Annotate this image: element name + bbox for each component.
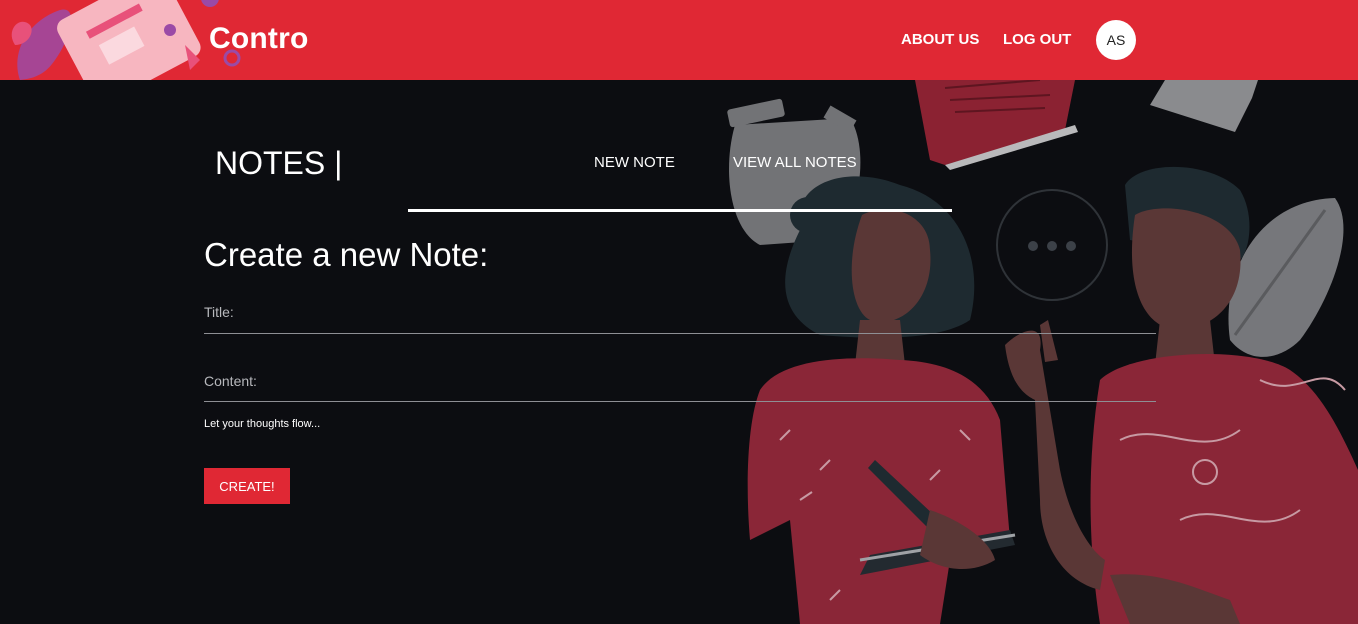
content-hint: Let your thoughts flow... bbox=[204, 418, 321, 430]
tab-underline bbox=[408, 209, 952, 212]
notes-heading: NOTES | bbox=[215, 145, 343, 181]
title-input[interactable] bbox=[204, 333, 1156, 334]
nav-log-out[interactable]: LOG OUT bbox=[1003, 31, 1071, 48]
title-field-label: Title: bbox=[204, 304, 234, 320]
create-button[interactable]: CREATE! bbox=[204, 468, 290, 504]
content-field-label: Content: bbox=[204, 373, 257, 389]
form-title: Create a new Note: bbox=[204, 236, 489, 273]
nav-about-us[interactable]: ABOUT US bbox=[901, 31, 979, 48]
avatar[interactable]: AS bbox=[1096, 20, 1136, 60]
navbar: Contro ABOUT US LOG OUT AS bbox=[0, 0, 1358, 80]
tab-new-note[interactable]: NEW NOTE bbox=[594, 154, 675, 171]
content-input[interactable] bbox=[204, 401, 1156, 402]
people-talking-illustration bbox=[727, 80, 1358, 624]
tab-view-all-notes[interactable]: VIEW ALL NOTES bbox=[733, 154, 857, 171]
brand-logo[interactable]: Contro bbox=[209, 22, 309, 56]
